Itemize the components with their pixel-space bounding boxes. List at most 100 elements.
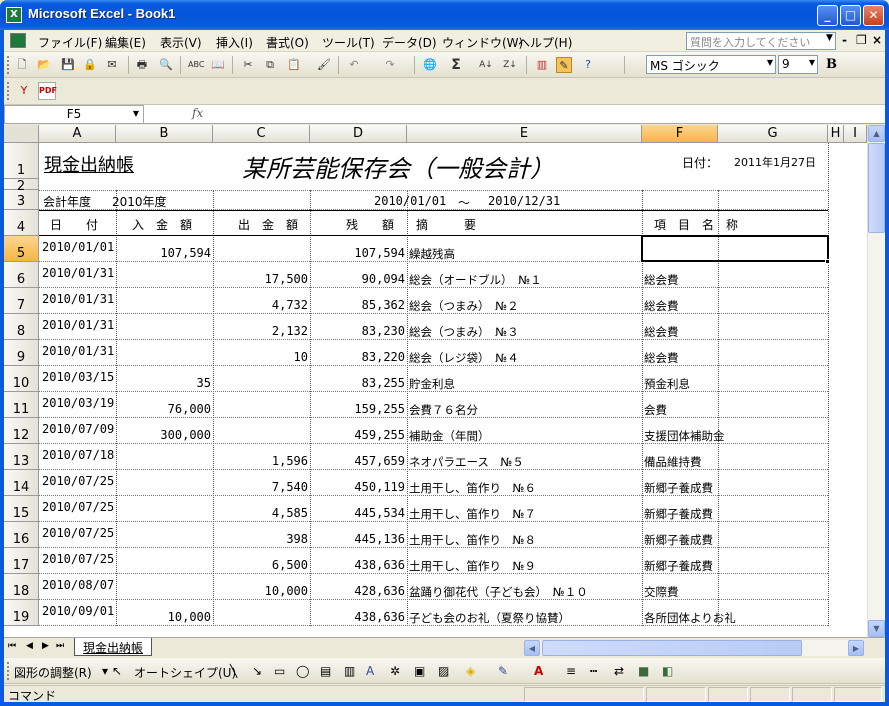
print-preview-icon[interactable]: 🔍 (158, 57, 174, 73)
next-sheet-icon[interactable]: ▶ (42, 641, 49, 651)
cell-balance[interactable]: 83,230 (310, 324, 407, 338)
row-header-18[interactable]: 18 (4, 574, 39, 600)
cell-summary[interactable]: 盆踊り御花代（子ども会） №１０ (407, 584, 642, 600)
font-color-icon[interactable]: A (534, 664, 543, 678)
help-question-input[interactable]: 質問を入力してください (686, 32, 836, 50)
spelling-icon[interactable]: ABC (188, 57, 204, 73)
arrow-icon[interactable]: ↘ (252, 664, 262, 678)
vertical-scroll-thumb[interactable] (868, 143, 885, 233)
cell-date[interactable]: 2010/01/31 (40, 266, 116, 280)
menu-file[interactable]: ファイル(F) (38, 34, 102, 51)
cell-item[interactable]: 新郷子養成費 (642, 480, 828, 496)
clipart-icon[interactable]: ▣ (414, 664, 425, 678)
cell-summary[interactable]: 総会（レジ袋） №４ (407, 350, 642, 366)
autoshape-menu[interactable]: オートシェイプ(U) (134, 664, 236, 681)
menu-format[interactable]: 書式(O) (266, 34, 309, 51)
first-sheet-icon[interactable]: ⏮ (8, 641, 16, 651)
cell-item[interactable]: 新郷子養成費 (642, 506, 828, 522)
cell-balance[interactable]: 428,636 (310, 584, 407, 598)
cell-balance[interactable]: 445,136 (310, 532, 407, 546)
cell-date[interactable]: 2010/07/25 (40, 552, 116, 566)
research-icon[interactable]: 📖 (210, 57, 226, 73)
select-all-corner[interactable] (4, 125, 39, 143)
column-header-e[interactable]: E (407, 125, 642, 143)
oval-icon[interactable]: ◯ (296, 664, 309, 678)
new-file-icon[interactable]: 🗋 (14, 57, 30, 73)
cell-date[interactable]: 2010/01/31 (40, 318, 116, 332)
cell-summary[interactable]: 土用干し、笛作り №６ (407, 480, 642, 496)
cell-summary[interactable]: 総会（オードブル） №１ (407, 272, 642, 288)
column-header-b[interactable]: B (116, 125, 213, 143)
cell-income[interactable]: 10,000 (116, 610, 213, 624)
line-icon[interactable]: ╲ (230, 664, 237, 678)
cell-summary[interactable]: 補助金（年間） (407, 428, 642, 444)
row-header-7[interactable]: 7 (4, 288, 39, 314)
cell-date[interactable]: 2010/01/31 (40, 344, 116, 358)
scroll-up-button[interactable]: ▲ (868, 125, 885, 142)
redo-icon[interactable]: ↷ (382, 57, 398, 73)
mdi-close-button[interactable]: × (872, 33, 882, 47)
cell-date[interactable]: 2010/07/18 (40, 448, 116, 462)
cell-expense[interactable]: 10,000 (213, 584, 310, 598)
cell-expense[interactable]: 1,596 (213, 454, 310, 468)
cell-item[interactable]: 会費 (642, 402, 828, 418)
cell-summary[interactable]: 会費７６名分 (407, 402, 642, 418)
cell-summary[interactable]: 土用干し、笛作り №９ (407, 558, 642, 574)
permission-icon[interactable]: 🔒 (82, 57, 98, 73)
chart-wizard-icon[interactable]: ▥ (534, 57, 550, 73)
insert-function-icon[interactable]: fx (192, 106, 203, 120)
cell-expense[interactable]: 6,500 (213, 558, 310, 572)
cell-balance[interactable]: 438,636 (310, 558, 407, 572)
row-header-15[interactable]: 15 (4, 496, 39, 522)
cell-item[interactable]: 各所団体よりお礼 (642, 610, 828, 626)
menu-window[interactable]: ウィンドウ(W) (442, 34, 523, 51)
cell-balance[interactable]: 450,119 (310, 480, 407, 494)
mdi-restore-button[interactable]: ❐ (856, 33, 867, 47)
cell-income[interactable]: 76,000 (116, 402, 213, 416)
cell-expense[interactable]: 17,500 (213, 272, 310, 286)
picture-icon[interactable]: ▨ (438, 664, 449, 678)
bold-button[interactable]: B (826, 57, 837, 72)
minimize-button[interactable]: _ (817, 5, 838, 26)
cell-balance[interactable]: 90,094 (310, 272, 407, 286)
cell-summary[interactable]: 土用干し、笛作り №７ (407, 506, 642, 522)
workbook-icon[interactable] (10, 33, 26, 48)
cell-date[interactable]: 2010/08/07 (40, 578, 116, 592)
menu-data[interactable]: データ(D) (382, 34, 437, 51)
shadow-style-icon[interactable]: ■ (638, 664, 649, 678)
fill-handle[interactable] (825, 259, 830, 264)
cell-expense[interactable]: 2,132 (213, 324, 310, 338)
cell-item[interactable]: 新郷子養成費 (642, 532, 828, 548)
cell-item[interactable]: 支援団体補助金 (642, 428, 828, 444)
scroll-left-button[interactable]: ◀ (524, 640, 540, 656)
toolbar-grip[interactable] (7, 56, 10, 74)
cell-balance[interactable]: 438,636 (310, 610, 407, 624)
row-header-14[interactable]: 14 (4, 470, 39, 496)
font-size-select[interactable]: 9 ▼ (778, 55, 818, 74)
cell-balance[interactable]: 107,594 (310, 246, 407, 260)
row-header-19[interactable]: 19 (4, 600, 39, 626)
sort-descending-icon[interactable]: Z↓ (502, 57, 518, 73)
help-dropdown-icon[interactable]: ▼ (826, 33, 833, 43)
row-header-13[interactable]: 13 (4, 444, 39, 470)
font-name-select[interactable]: MS ゴシック ▼ (646, 55, 776, 74)
cell-summary[interactable]: 総会（つまみ） №２ (407, 298, 642, 314)
textbox-icon[interactable]: ▤ (320, 664, 331, 678)
cell-date[interactable]: 2010/07/25 (40, 500, 116, 514)
scroll-down-button[interactable]: ▼ (868, 620, 885, 637)
cell-summary[interactable]: ネオパラエース №５ (407, 454, 642, 470)
draw-adjust-menu[interactable]: 図形の調整(R) (14, 664, 92, 681)
row-header-10[interactable]: 10 (4, 366, 39, 392)
cell-expense[interactable]: 4,732 (213, 298, 310, 312)
cell-item[interactable]: 総会費 (642, 298, 828, 314)
email-icon[interactable]: ✉ (104, 57, 120, 73)
row-header-1[interactable]: 1 (4, 143, 39, 179)
vertical-textbox-icon[interactable]: ▥ (344, 664, 355, 678)
scroll-right-button[interactable]: ▶ (848, 640, 864, 656)
menu-view[interactable]: 表示(V) (160, 34, 202, 51)
cell-expense[interactable]: 398 (213, 532, 310, 546)
drawing-toggle-icon[interactable]: ✎ (556, 57, 572, 73)
name-box[interactable]: F5 ▼ (4, 105, 144, 124)
cell-balance[interactable]: 83,220 (310, 350, 407, 364)
vertical-scrollbar[interactable]: ▲ ▼ (867, 125, 885, 637)
